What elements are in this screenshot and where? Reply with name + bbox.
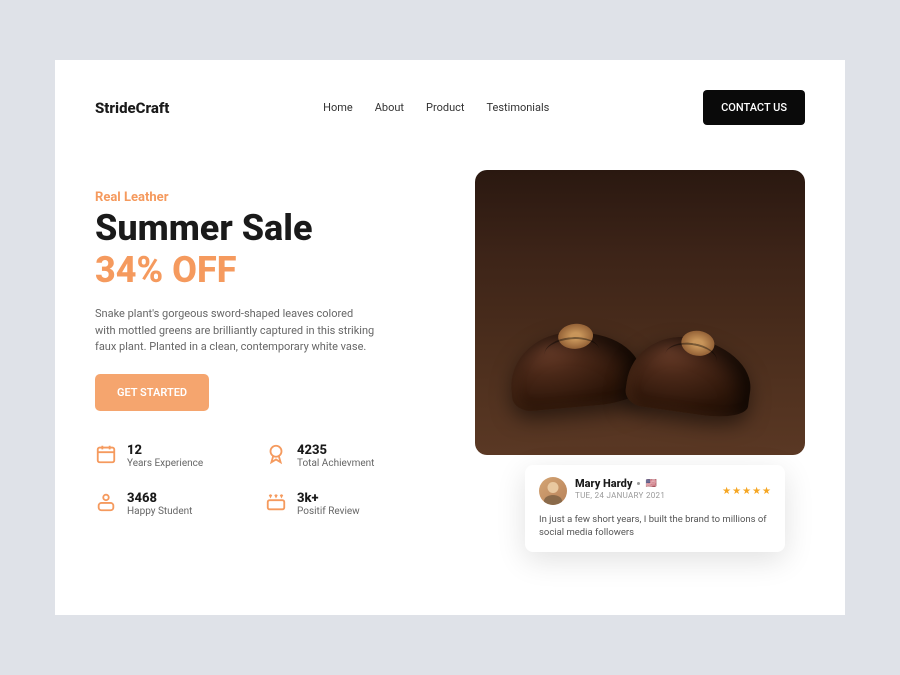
main-nav: Home About Product Testimonials xyxy=(323,101,549,114)
star-icon: ★ xyxy=(752,486,761,497)
testimonial-card: Mary Hardy 🇺🇸 TUE, 24 JANUARY 2021 ★ ★ ★… xyxy=(525,465,785,552)
hero-image-column: Mary Hardy 🇺🇸 TUE, 24 JANUARY 2021 ★ ★ ★… xyxy=(475,170,805,517)
star-icon: ★ xyxy=(722,486,731,497)
stat-value: 4235 xyxy=(297,443,374,458)
star-icon: ★ xyxy=(742,486,751,497)
hero-title: Summer Sale xyxy=(95,209,435,249)
user-icon xyxy=(95,491,117,513)
stat-label: Happy Student xyxy=(127,506,192,517)
stats-grid: 12 Years Experience 4235 Total Achievmen… xyxy=(95,443,395,517)
testimonial-text: In just a few short years, I built the b… xyxy=(539,513,771,540)
stat-student: 3468 Happy Student xyxy=(95,491,225,517)
nav-about[interactable]: About xyxy=(375,101,404,114)
hero-eyebrow: Real Leather xyxy=(95,190,435,205)
stat-value: 12 xyxy=(127,443,203,458)
medal-icon xyxy=(265,443,287,465)
testimonial-date: TUE, 24 JANUARY 2021 xyxy=(575,491,665,500)
header: StrideCraft Home About Product Testimoni… xyxy=(95,90,805,125)
calendar-icon xyxy=(95,443,117,465)
flag-icon: 🇺🇸 xyxy=(645,479,656,489)
hero-discount: 34% OFF xyxy=(95,251,435,291)
nav-product[interactable]: Product xyxy=(426,101,464,114)
review-icon xyxy=(265,491,287,513)
testimonial-header: Mary Hardy 🇺🇸 TUE, 24 JANUARY 2021 ★ ★ ★… xyxy=(539,477,771,505)
shoe-graphic xyxy=(624,330,757,421)
stat-label: Positif Review xyxy=(297,506,360,517)
stat-label: Years Experience xyxy=(127,458,203,469)
hero-description: Snake plant's gorgeous sword-shaped leav… xyxy=(95,306,375,356)
brand-logo[interactable]: StrideCraft xyxy=(95,99,169,117)
nav-testimonials[interactable]: Testimonials xyxy=(487,101,550,114)
shoe-graphic xyxy=(507,326,643,412)
hero-product-image xyxy=(475,170,805,455)
star-rating: ★ ★ ★ ★ ★ xyxy=(722,486,771,497)
landing-page: StrideCraft Home About Product Testimoni… xyxy=(55,60,845,615)
testimonial-name: Mary Hardy xyxy=(575,477,632,490)
hero-text-column: Real Leather Summer Sale 34% OFF Snake p… xyxy=(95,170,435,517)
star-icon: ★ xyxy=(762,486,771,497)
stat-value: 3468 xyxy=(127,491,192,506)
star-icon: ★ xyxy=(732,486,741,497)
stat-review: 3k+ Positif Review xyxy=(265,491,395,517)
stat-label: Total Achievment xyxy=(297,458,374,469)
contact-button[interactable]: CONTACT US xyxy=(703,90,805,125)
stat-achievement: 4235 Total Achievment xyxy=(265,443,395,469)
stat-experience: 12 Years Experience xyxy=(95,443,225,469)
separator-dot xyxy=(637,482,640,485)
avatar xyxy=(539,477,567,505)
get-started-button[interactable]: GET STARTED xyxy=(95,374,209,411)
nav-home[interactable]: Home xyxy=(323,101,353,114)
hero-section: Real Leather Summer Sale 34% OFF Snake p… xyxy=(95,170,805,517)
stat-value: 3k+ xyxy=(297,491,360,506)
